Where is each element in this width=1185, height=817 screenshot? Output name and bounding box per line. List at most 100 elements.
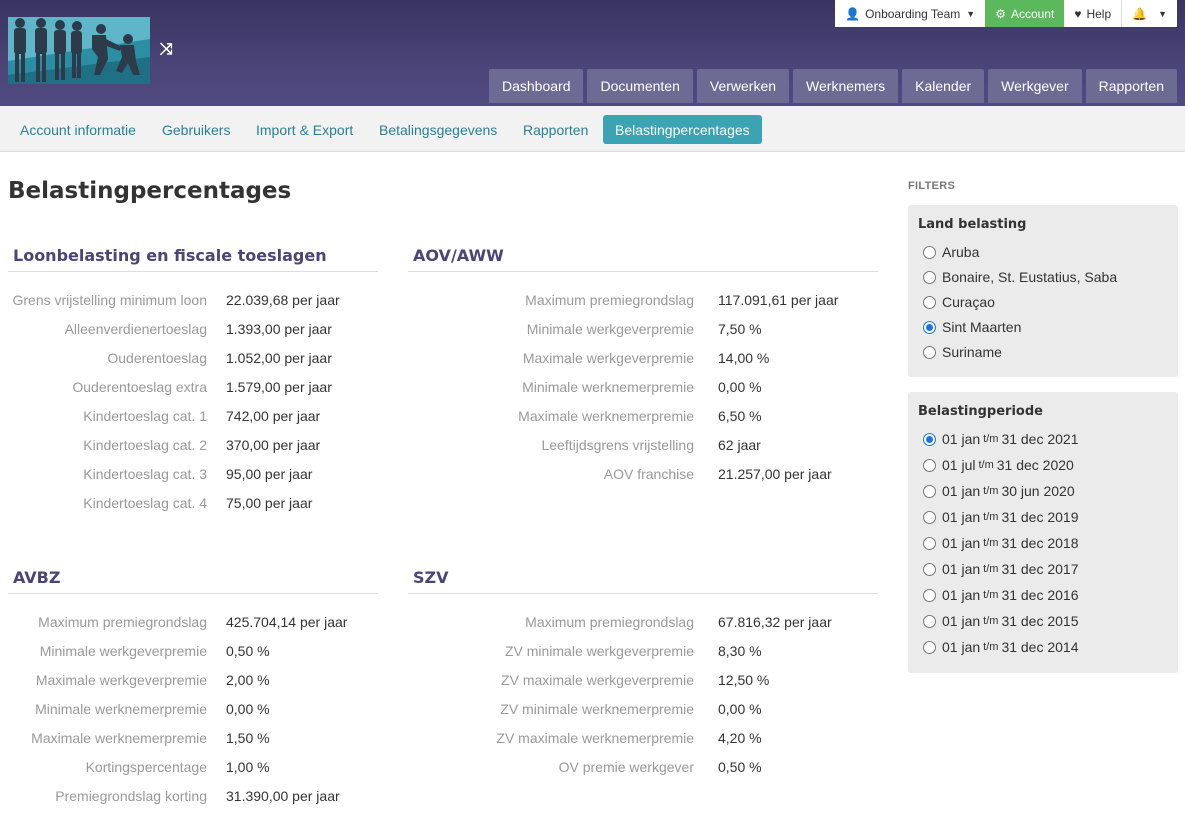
tab-betalingsgegevens[interactable]: Betalingsgegevens (367, 115, 509, 144)
radio-button[interactable] (923, 484, 936, 498)
company-logo[interactable] (8, 17, 150, 84)
radio-option-land[interactable]: Aruba (923, 244, 979, 260)
row-value: 7,50 % (718, 321, 762, 337)
section-title: SZV (408, 568, 878, 594)
tab-import-export[interactable]: Import & Export (244, 115, 365, 144)
section-aov-aww: AOV/AWW (408, 246, 878, 272)
notifications-dropdown[interactable]: 🔔 ▼ (1122, 0, 1177, 27)
radio-button[interactable] (923, 345, 936, 359)
radio-option-periode[interactable]: 01 jan t/m 31 dec 2019 (923, 509, 1079, 525)
row-label: Minimale werkgeverpremie (526, 321, 694, 337)
nav-documenten[interactable]: Documenten (587, 69, 693, 103)
radio-option-periode[interactable]: 01 jan t/m 31 dec 2018 (923, 535, 1079, 551)
radio-option-periode[interactable]: 01 jan t/m 31 dec 2017 (923, 561, 1079, 577)
row-value: 117.091,61 per jaar (718, 292, 839, 308)
section-avbz: AVBZ (8, 568, 378, 594)
row-label: Kindertoeslag cat. 1 (83, 408, 207, 424)
period-from: 01 jan (942, 483, 981, 499)
row-label: Premiegrondslag korting (55, 788, 207, 804)
radio-option-land[interactable]: Suriname (923, 344, 1002, 360)
period-to: 31 dec 2014 (1001, 639, 1079, 655)
row-label: Kortingspercentage (85, 759, 207, 775)
radio-button[interactable] (923, 432, 936, 446)
radio-button[interactable] (923, 562, 936, 576)
filter-land-title: Land belasting (918, 217, 1027, 232)
team-dropdown[interactable]: 👤 Onboarding Team ▼ (835, 0, 986, 27)
period-tm: t/m (983, 563, 999, 575)
nav-verwerken[interactable]: Verwerken (696, 69, 790, 103)
nav-werknemers[interactable]: Werknemers (793, 69, 899, 103)
row-value: 67.816,32 per jaar (718, 614, 832, 630)
row-value: 742,00 per jaar (226, 408, 321, 424)
table-row: Maximum premiegrondslag 117.091,61 per ja… (525, 292, 838, 312)
radio-option-periode[interactable]: 01 jan t/m 31 dec 2016 (923, 587, 1079, 603)
row-label: Leeftijdsgrens vrijstelling (541, 437, 694, 453)
radio-button[interactable] (923, 245, 936, 259)
app-header: ⤨ 👤 Onboarding Team ▼ ⚙ Account ♥ Help 🔔… (0, 0, 1185, 106)
row-label: Minimale werkgeverpremie (39, 643, 207, 659)
table-row: Maximale werknemerpremie 1,50 % (31, 730, 269, 750)
row-value: 8,30 % (718, 643, 762, 659)
row-label: Kindertoeslag cat. 3 (83, 466, 207, 482)
shuffle-icon[interactable]: ⤨ (160, 41, 173, 59)
row-value: 425.704,14 per jaar (226, 614, 348, 630)
main-navigation: Dashboard Documenten Verwerken Werknemer… (488, 69, 1177, 103)
row-label: Alleenverdienertoeslag (64, 321, 207, 337)
radio-button[interactable] (923, 614, 936, 628)
account-button[interactable]: ⚙ Account (985, 0, 1065, 27)
row-label: Kindertoeslag cat. 2 (83, 437, 207, 453)
radio-option-periode[interactable]: 01 jan t/m 31 dec 2014 (923, 639, 1079, 655)
radio-option-periode[interactable]: 01 jan t/m 31 dec 2021 (923, 431, 1079, 447)
period-from: 01 jan (942, 561, 981, 577)
bell-icon: 🔔 (1132, 6, 1148, 21)
nav-rapporten[interactable]: Rapporten (1085, 69, 1177, 103)
filter-panel-land: Land belasting Aruba Bonaire, St. Eustati… (908, 205, 1178, 377)
section-szv: SZV (408, 568, 878, 594)
row-label: Ouderentoeslag (107, 350, 207, 366)
table-row: ZV maximale werkgeverpremie 12,50 % (501, 672, 769, 692)
radio-option-land[interactable]: Bonaire, St. Eustatius, Saba (923, 269, 1117, 285)
row-value: 21.257,00 per jaar (718, 466, 832, 482)
radio-button[interactable] (923, 458, 936, 472)
filters-heading: FILTERS (908, 180, 956, 192)
tab-gebruikers[interactable]: Gebruikers (150, 115, 242, 144)
radio-option-periode[interactable]: 01 jan t/m 31 dec 2015 (923, 613, 1079, 629)
period-to: 31 dec 2016 (1001, 587, 1079, 603)
section-title: Loonbelasting en fiscale toeslagen (8, 246, 378, 272)
table-row: Kortingspercentage 1,00 % (86, 759, 270, 779)
radio-button[interactable] (923, 536, 936, 550)
radio-option-periode[interactable]: 01 jan t/m 30 jun 2020 (923, 483, 1075, 499)
radio-button[interactable] (923, 295, 936, 309)
row-value: 0,50 % (718, 759, 762, 775)
table-row: Kindertoeslag cat. 2 370,00 per jaar (83, 437, 320, 457)
table-row: Maximale werkgeverpremie 2,00 % (36, 672, 270, 692)
radio-button[interactable] (923, 320, 936, 334)
nav-werkgever[interactable]: Werkgever (988, 69, 1082, 103)
row-label: Minimale werknemerpremie (522, 379, 694, 395)
period-tm: t/m (983, 641, 999, 653)
tab-belastingpercentages[interactable]: Belastingpercentages (603, 115, 762, 144)
radio-button[interactable] (923, 588, 936, 602)
radio-button[interactable] (923, 270, 936, 284)
table-row: Kindertoeslag cat. 1 742,00 per jaar (83, 408, 320, 428)
row-value: 2,00 % (226, 672, 270, 688)
radio-option-land[interactable]: Sint Maarten (923, 319, 1021, 335)
radio-button[interactable] (923, 640, 936, 654)
radio-option-land[interactable]: Curaçao (923, 294, 995, 310)
tab-rapporten[interactable]: Rapporten (511, 115, 600, 144)
section-title: AOV/AWW (408, 246, 878, 272)
help-button[interactable]: ♥ Help (1064, 0, 1122, 27)
nav-kalender[interactable]: Kalender (902, 69, 985, 103)
table-row: Ouderentoeslag extra 1.579,00 per jaar (72, 379, 332, 399)
table-row: AOV franchise 21.257,00 per jaar (604, 466, 832, 486)
radio-button[interactable] (923, 510, 936, 524)
period-to: 31 dec 2015 (1001, 613, 1079, 629)
radio-label: Bonaire, St. Eustatius, Saba (942, 269, 1118, 285)
tab-account-informatie[interactable]: Account informatie (8, 115, 148, 144)
period-tm: t/m (983, 615, 999, 627)
row-label: Minimale werknemerpremie (35, 701, 207, 717)
table-row: Alleenverdienertoeslag 1.393,00 per jaar (65, 321, 332, 341)
radio-option-periode[interactable]: 01 jul t/m 31 dec 2020 (923, 457, 1074, 473)
nav-dashboard[interactable]: Dashboard (488, 69, 584, 103)
chevron-down-icon: ▼ (966, 8, 976, 19)
